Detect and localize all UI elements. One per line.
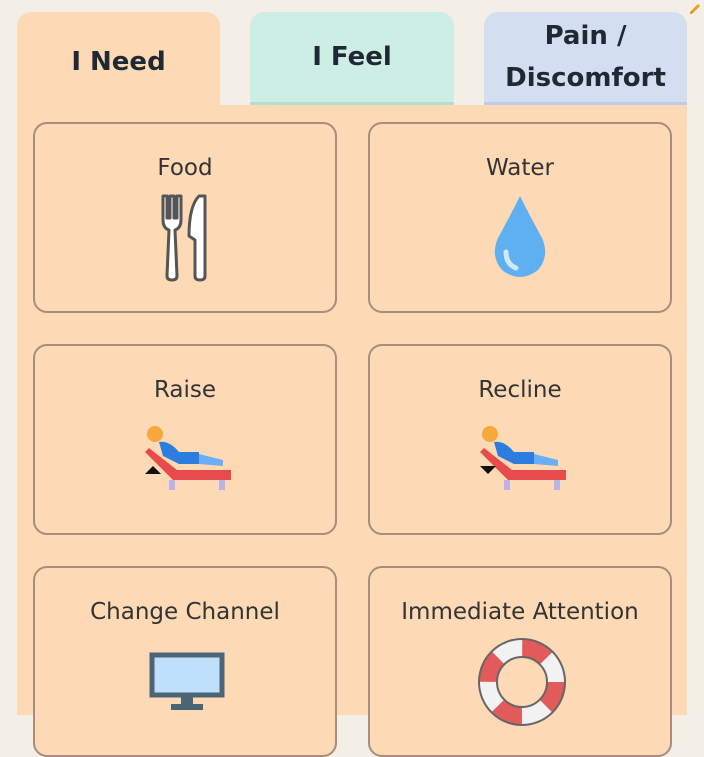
pencil-icon[interactable] [688, 2, 702, 16]
card-label: Change Channel [90, 599, 280, 625]
tab-pain-discomfort[interactable]: Pain / Discomfort [484, 12, 687, 105]
tab-i-need[interactable]: I Need [17, 12, 220, 112]
tv-icon [149, 652, 225, 710]
raise-recliner-icon [145, 426, 231, 490]
fork-knife-icon [161, 194, 207, 282]
change-channel-button[interactable]: Change Channel [33, 566, 337, 757]
tab-i-feel[interactable]: I Feel [250, 12, 454, 105]
water-drop-icon [494, 196, 546, 277]
tab-label: Pain / Discomfort [505, 21, 666, 93]
food-button[interactable]: Food [33, 122, 337, 313]
card-label: Raise [153, 377, 217, 403]
tab-label: I Need [71, 47, 166, 77]
needs-panel: Food Water Raise Recline Change Channel … [17, 105, 687, 757]
card-label: Water [486, 155, 554, 181]
immediate-attention-button[interactable]: Immediate Attention [368, 566, 672, 757]
card-label: Recline [478, 377, 562, 403]
water-button[interactable]: Water [368, 122, 672, 313]
raise-button[interactable]: Raise [33, 344, 337, 535]
card-label: Food [157, 155, 213, 181]
recline-button[interactable]: Recline [368, 344, 672, 535]
card-label: Immediate Attention [401, 599, 639, 625]
lifebuoy-icon [478, 638, 566, 726]
recline-recliner-icon [480, 426, 566, 490]
tab-label: I Feel [312, 42, 392, 72]
